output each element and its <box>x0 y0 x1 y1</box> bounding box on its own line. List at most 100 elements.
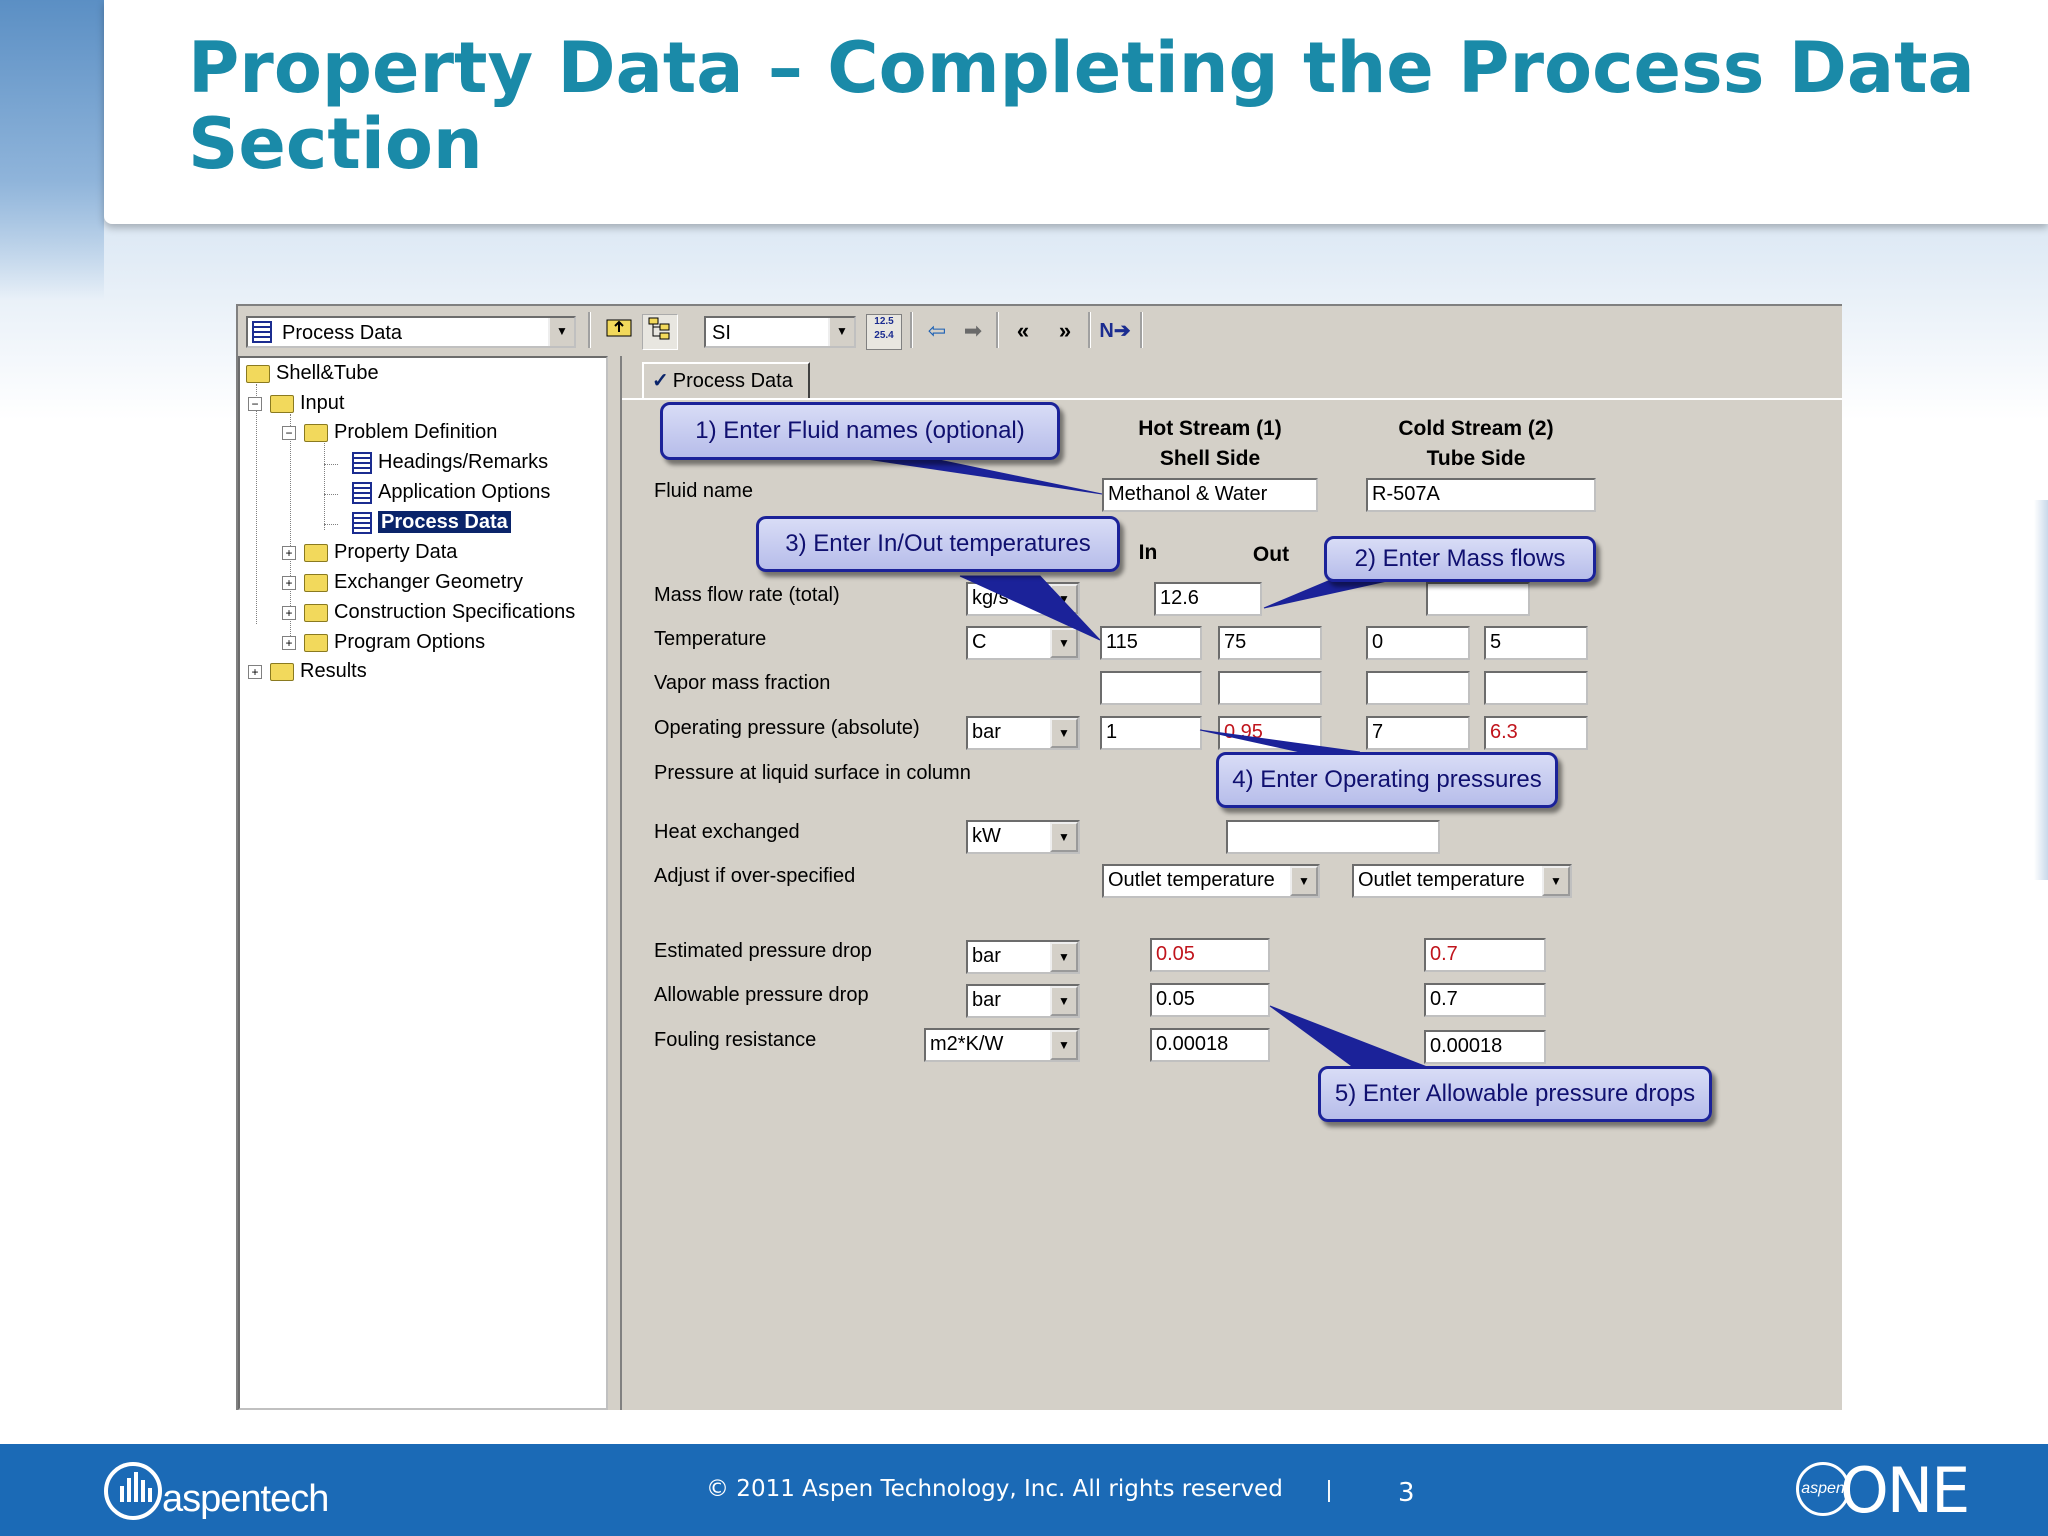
tree-item-program-options[interactable]: + Program Options <box>282 629 485 655</box>
toolbar-separator <box>996 312 999 348</box>
toolbar-separator <box>588 312 591 348</box>
hot-temp-in-field[interactable]: 115 <box>1100 626 1202 660</box>
tree-item-problem-definition[interactable]: − Problem Definition <box>282 419 497 445</box>
hot-est-dp-field[interactable]: 0.05 <box>1150 938 1270 972</box>
tree-item-headings-remarks[interactable]: Headings/Remarks <box>352 449 548 475</box>
label-adjust-overspecified: Adjust if over-specified <box>654 865 856 887</box>
check-icon: ✓ <box>652 370 669 392</box>
cold-fouling-field[interactable]: 0.00018 <box>1424 1030 1546 1064</box>
label-heat-exchanged: Heat exchanged <box>654 821 800 843</box>
hot-fouling-field[interactable]: 0.00018 <box>1150 1028 1270 1062</box>
tree-item-process-data[interactable]: Process Data <box>352 509 512 535</box>
cold-pressure-out-field[interactable]: 6.3 <box>1484 716 1588 750</box>
left-accent-bar <box>0 0 104 300</box>
est-dp-unit-select[interactable]: bar ▼ <box>966 940 1080 974</box>
cold-mass-flow-field[interactable] <box>1426 582 1530 616</box>
hot-allow-dp-field[interactable]: 0.05 <box>1150 983 1270 1017</box>
label-vapor-fraction: Vapor mass fraction <box>654 672 831 694</box>
folder-icon <box>304 573 328 592</box>
tree-item-property-data[interactable]: + Property Data <box>282 539 457 565</box>
label-mass-flow: Mass flow rate (total) <box>654 584 840 606</box>
expand-icon[interactable]: + <box>282 575 296 590</box>
navigation-tree: Shell&Tube − Input − Problem Definition He… <box>238 356 608 1410</box>
fouling-unit-select[interactable]: m2*K/W ▼ <box>924 1028 1080 1062</box>
units-convert-icon[interactable]: 12.5 25.4 <box>866 314 902 350</box>
expand-icon[interactable]: + <box>248 664 262 679</box>
chevron-down-icon[interactable]: ▼ <box>1050 718 1078 748</box>
units-select[interactable]: SI ▼ <box>704 316 856 348</box>
form-page-icon <box>352 511 372 534</box>
aspentech-logo-mark <box>104 1462 162 1520</box>
forward-arrow-icon[interactable]: ➡ <box>956 314 990 348</box>
tree-item-application-options[interactable]: Application Options <box>352 479 550 505</box>
next-form-icon[interactable]: » <box>1048 314 1082 348</box>
tree-item-shell-tube[interactable]: Shell&Tube <box>246 360 379 386</box>
hot-vapor-in-field[interactable] <box>1100 671 1202 705</box>
cold-vapor-out-field[interactable] <box>1484 671 1588 705</box>
chevron-down-icon[interactable]: ▼ <box>1050 942 1078 972</box>
cold-temp-in-field[interactable]: 0 <box>1366 626 1470 660</box>
temperature-unit-select[interactable]: C ▼ <box>966 626 1080 660</box>
open-folder-icon <box>304 423 328 442</box>
collapse-icon[interactable]: − <box>248 396 262 411</box>
mass-flow-unit-select[interactable]: kg/s ▼ <box>966 582 1080 616</box>
next-required-icon[interactable]: N➔ <box>1098 314 1132 348</box>
app-window: Process Data ▼ SI ▼ 12.5 25.4 ⇦ ➡ « » N➔ <box>236 304 1842 1410</box>
chevron-down-icon[interactable]: ▼ <box>1050 1030 1078 1060</box>
label-temperature: Temperature <box>654 628 767 650</box>
pressure-unit-select[interactable]: bar ▼ <box>966 716 1080 750</box>
right-accent <box>2034 500 2048 880</box>
chevron-down-icon[interactable]: ▼ <box>828 318 854 346</box>
callout-operating-pressures: 4) Enter Operating pressures <box>1216 752 1558 808</box>
cold-est-dp-field[interactable]: 0.7 <box>1424 938 1546 972</box>
callout-fluid-names: 1) Enter Fluid names (optional) <box>660 402 1060 460</box>
form-page-icon <box>252 321 272 343</box>
cold-fluid-name-field[interactable]: R-507A <box>1366 478 1596 512</box>
toolbar-separator <box>1140 312 1143 348</box>
tree-toggle-icon[interactable] <box>642 314 678 350</box>
chevron-down-icon[interactable]: ▼ <box>1050 628 1078 658</box>
hot-temp-out-field[interactable]: 75 <box>1218 626 1322 660</box>
hot-fluid-name-field[interactable]: Methanol & Water <box>1102 478 1318 512</box>
chevron-down-icon[interactable]: ▼ <box>1050 822 1078 852</box>
cold-temp-out-field[interactable]: 5 <box>1484 626 1588 660</box>
expand-icon[interactable]: + <box>282 605 296 620</box>
cold-pressure-in-field[interactable]: 7 <box>1366 716 1470 750</box>
chevron-down-icon[interactable]: ▼ <box>1050 584 1078 614</box>
slide-title: Property Data – Completing the Process D… <box>188 27 1975 185</box>
cold-vapor-in-field[interactable] <box>1366 671 1470 705</box>
cold-adjust-select[interactable]: Outlet temperature ▼ <box>1352 864 1572 898</box>
folder-up-icon[interactable] <box>602 314 636 348</box>
chevron-down-icon[interactable]: ▼ <box>1290 866 1318 896</box>
out-header: Out <box>1252 543 1290 566</box>
allow-dp-unit-select[interactable]: bar ▼ <box>966 984 1080 1018</box>
previous-form-icon[interactable]: « <box>1006 314 1040 348</box>
tree-item-exchanger-geometry[interactable]: + Exchanger Geometry <box>282 569 523 595</box>
expand-icon[interactable]: + <box>282 545 296 560</box>
toolbar-separator <box>910 312 913 348</box>
hot-adjust-select[interactable]: Outlet temperature ▼ <box>1102 864 1320 898</box>
hot-vapor-out-field[interactable] <box>1218 671 1322 705</box>
heat-unit-select[interactable]: kW ▼ <box>966 820 1080 854</box>
tab-process-data[interactable]: ✓ Process Data <box>642 362 810 398</box>
back-arrow-icon[interactable]: ⇦ <box>920 314 954 348</box>
chevron-down-icon[interactable]: ▼ <box>1050 986 1078 1016</box>
tree-item-results[interactable]: + Results <box>248 658 367 684</box>
collapse-icon[interactable]: − <box>282 425 296 440</box>
tree-item-input[interactable]: − Input <box>248 390 344 416</box>
chevron-down-icon[interactable]: ▼ <box>1542 866 1570 896</box>
label-fouling-resistance: Fouling resistance <box>654 1029 817 1051</box>
label-fluid-name: Fluid name <box>654 480 753 502</box>
tree-item-construction-specifications[interactable]: + Construction Specifications <box>282 599 575 625</box>
heat-exchanged-field[interactable] <box>1226 820 1440 854</box>
hot-mass-flow-field[interactable]: 12.6 <box>1154 582 1262 616</box>
cold-allow-dp-field[interactable]: 0.7 <box>1424 983 1546 1017</box>
chevron-down-icon[interactable]: ▼ <box>548 318 574 346</box>
folder-icon <box>304 543 328 562</box>
hot-pressure-in-field[interactable]: 1 <box>1100 716 1202 750</box>
folder-icon <box>304 633 328 652</box>
hot-pressure-out-field[interactable]: 0.95 <box>1218 716 1322 750</box>
callout-mass-flows: 2) Enter Mass flows <box>1324 536 1596 582</box>
expand-icon[interactable]: + <box>282 635 296 650</box>
form-select[interactable]: Process Data ▼ <box>246 316 576 348</box>
